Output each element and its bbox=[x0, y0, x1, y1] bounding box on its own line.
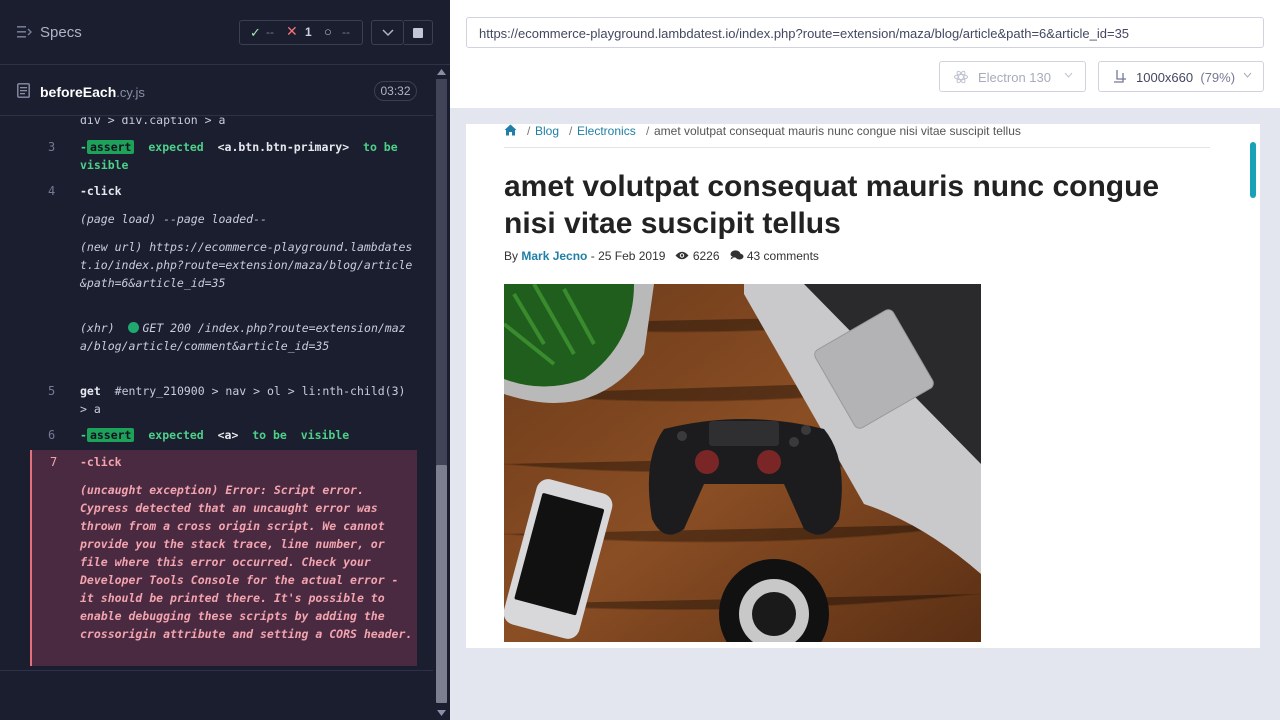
viewport-icon bbox=[1114, 70, 1126, 83]
breadcrumb-electronics[interactable]: Electronics bbox=[577, 124, 636, 138]
specs-label[interactable]: Specs bbox=[40, 24, 82, 41]
xhr-status-dot-icon bbox=[128, 322, 140, 333]
stop-icon bbox=[413, 28, 423, 38]
stop-button[interactable] bbox=[404, 20, 433, 45]
author-link[interactable]: Mark Jecno bbox=[521, 249, 587, 263]
url-bar[interactable]: https://ecommerce-playground.lambdatest.… bbox=[466, 17, 1264, 48]
chevron-down-icon bbox=[382, 29, 394, 37]
scroll-up-icon[interactable] bbox=[437, 69, 446, 75]
viewport-selector[interactable]: 1000x660 (79%) bbox=[1098, 61, 1264, 92]
preview-toolbar: https://ecommerce-playground.lambdatest.… bbox=[450, 0, 1280, 108]
assert-badge: assert bbox=[86, 140, 135, 154]
comments-icon bbox=[730, 250, 744, 260]
dropdown-button[interactable] bbox=[371, 20, 404, 45]
passed-count: -- bbox=[266, 25, 274, 39]
scroll-thumb[interactable] bbox=[436, 465, 447, 703]
breadcrumb-blog[interactable]: Blog bbox=[535, 124, 559, 138]
article-meta: By Mark Jecno - 25 Feb 2019 6226 43 comm… bbox=[504, 249, 819, 263]
electron-icon bbox=[954, 70, 968, 84]
spec-file-name: beforeEach.cy.js bbox=[40, 84, 145, 100]
test-stats: ✓ -- ✕ 1 ○ -- bbox=[239, 20, 363, 45]
failed-x-icon: ✕ bbox=[286, 23, 298, 39]
app-preview-panel: https://ecommerce-playground.lambdatest.… bbox=[450, 0, 1280, 720]
passed-check-icon: ✓ bbox=[250, 25, 261, 40]
eye-icon bbox=[675, 251, 689, 260]
pending-count: -- bbox=[342, 25, 350, 39]
app-under-test-frame: / Blog / Electronics / amet volutpat con… bbox=[466, 124, 1260, 648]
comment-count: 43 comments bbox=[746, 249, 819, 263]
spec-duration: 03:32 bbox=[374, 81, 417, 101]
chevron-down-icon bbox=[1243, 72, 1252, 78]
cypress-runner-panel: Specs ✓ -- ✕ 1 ○ -- beforeEach.cy.js 03:… bbox=[0, 0, 450, 720]
log-scrollbar[interactable] bbox=[433, 65, 450, 720]
browser-selector[interactable]: Electron 130 bbox=[939, 61, 1086, 92]
view-count: 6226 bbox=[692, 249, 720, 263]
specs-header: Specs ✓ -- ✕ 1 ○ -- bbox=[0, 0, 450, 65]
specs-list-icon[interactable] bbox=[17, 26, 32, 38]
article-title: amet volutpat consequat mauris nunc cong… bbox=[504, 170, 1160, 240]
breadcrumb: / Blog / Electronics / amet volutpat con… bbox=[504, 124, 1210, 148]
pending-circle-icon: ○ bbox=[324, 24, 332, 39]
document-icon bbox=[17, 83, 30, 98]
assert-badge: assert bbox=[86, 428, 135, 442]
page-scrollbar[interactable] bbox=[1250, 142, 1256, 198]
article-hero-image bbox=[504, 284, 981, 642]
spec-file-header: beforeEach.cy.js 03:32 bbox=[0, 66, 433, 116]
breadcrumb-current: amet volutpat consequat mauris nunc cong… bbox=[654, 124, 1021, 138]
home-icon[interactable] bbox=[504, 124, 517, 136]
scroll-down-icon[interactable] bbox=[437, 710, 446, 716]
command-log: div > div.caption > a 3 - assert expected… bbox=[0, 117, 433, 670]
failed-command-row[interactable]: 7 -click (uncaught exception) Error: Scr… bbox=[30, 450, 417, 666]
chevron-down-icon bbox=[1064, 72, 1073, 78]
controller-photo bbox=[504, 284, 981, 642]
error-message: (uncaught exception) Error: Script error… bbox=[80, 483, 413, 641]
failed-count: 1 bbox=[305, 25, 312, 39]
